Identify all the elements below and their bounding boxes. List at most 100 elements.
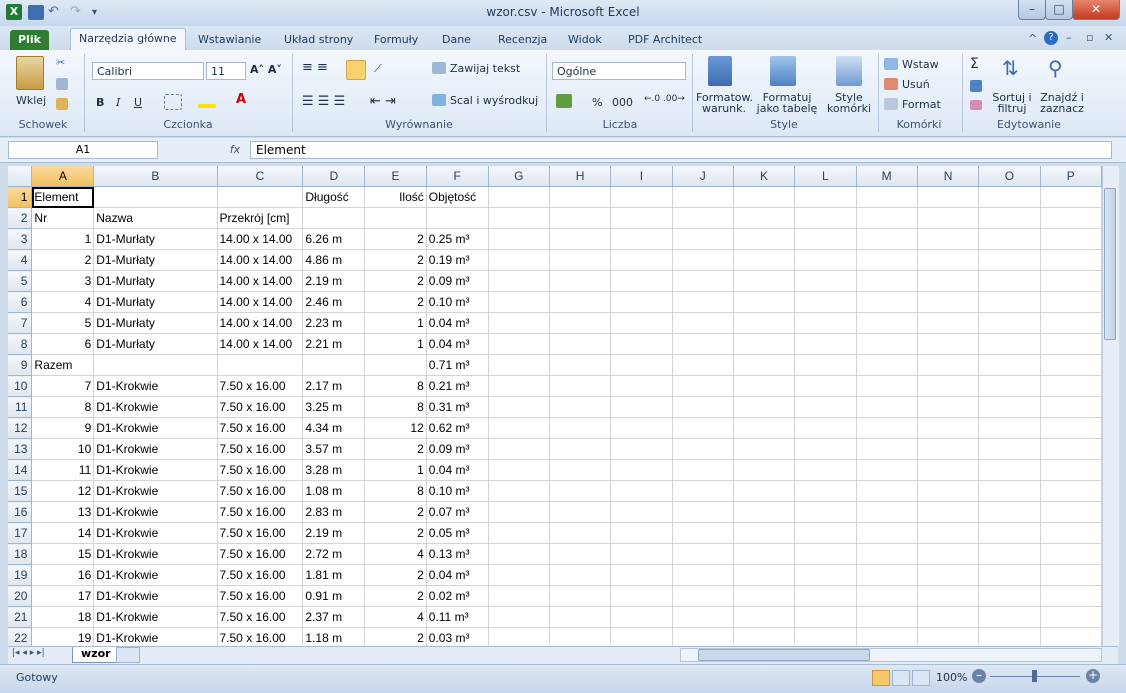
cell[interactable]: 11	[31, 459, 95, 481]
cell[interactable]	[978, 522, 1041, 544]
cell[interactable]: 0.11 m³	[426, 606, 489, 628]
cell[interactable]	[856, 627, 918, 646]
cell[interactable]	[733, 585, 796, 607]
cell[interactable]	[794, 291, 857, 313]
cell[interactable]	[672, 564, 734, 586]
sheet-tab-wzor[interactable]: wzor	[72, 647, 120, 663]
cell[interactable]	[794, 585, 857, 607]
cell[interactable]	[549, 228, 612, 250]
cell[interactable]: Objętość	[426, 186, 489, 208]
cell[interactable]: 14.00 x 14.00	[217, 270, 304, 292]
tab-page-layout[interactable]: Układ strony	[276, 30, 361, 50]
format-cells-button[interactable]: Format	[902, 98, 941, 111]
cell[interactable]	[917, 396, 980, 418]
cell[interactable]	[856, 459, 918, 481]
cell[interactable]	[794, 501, 857, 523]
cell[interactable]: D1-Krokwie	[93, 501, 218, 523]
cell[interactable]	[917, 249, 980, 271]
cell[interactable]	[978, 312, 1041, 334]
cell[interactable]	[488, 606, 550, 628]
cell[interactable]	[978, 354, 1041, 376]
help-icon[interactable]: ?	[1044, 31, 1058, 45]
normal-view-icon[interactable]	[872, 670, 890, 686]
cell[interactable]	[488, 564, 550, 586]
cell[interactable]	[302, 354, 366, 376]
cell[interactable]	[672, 459, 734, 481]
cell[interactable]	[733, 312, 796, 334]
cell[interactable]	[1040, 207, 1102, 229]
cell[interactable]	[488, 501, 550, 523]
cell[interactable]	[917, 291, 980, 313]
cell[interactable]: 7.50 x 16.00	[217, 522, 304, 544]
cell[interactable]	[549, 543, 612, 565]
cell[interactable]	[856, 270, 918, 292]
cell[interactable]: 9	[31, 417, 95, 439]
tab-file[interactable]: Plik	[10, 30, 49, 50]
cell[interactable]	[488, 375, 550, 397]
cell[interactable]: 4.34 m	[302, 417, 366, 439]
cell[interactable]	[978, 228, 1041, 250]
cell[interactable]	[549, 396, 612, 418]
cell[interactable]	[549, 606, 612, 628]
grow-font-icon[interactable]: A˄ A˅	[250, 63, 282, 76]
cell[interactable]	[488, 249, 550, 271]
cell[interactable]	[364, 354, 427, 376]
cell[interactable]	[1040, 501, 1102, 523]
cell[interactable]	[978, 333, 1041, 355]
cell[interactable]	[549, 186, 612, 208]
cell[interactable]	[426, 207, 489, 229]
cell[interactable]	[610, 312, 673, 334]
insert-function-icon[interactable]: fx	[222, 141, 248, 159]
cell[interactable]	[610, 186, 673, 208]
cell[interactable]: 2.19 m	[302, 270, 366, 292]
cell[interactable]	[978, 186, 1041, 208]
cell[interactable]: 1	[364, 459, 427, 481]
cell[interactable]	[1040, 270, 1102, 292]
cell[interactable]	[1040, 585, 1102, 607]
font-name-combo[interactable]: Calibri	[92, 62, 204, 80]
cell[interactable]	[610, 207, 673, 229]
cell[interactable]	[1040, 354, 1102, 376]
cell[interactable]	[1040, 375, 1102, 397]
cell[interactable]: 2.72 m	[302, 543, 366, 565]
cell[interactable]: 19	[31, 627, 95, 646]
cell[interactable]: 7.50 x 16.00	[217, 438, 304, 460]
cell[interactable]: 2	[364, 627, 427, 646]
cell[interactable]	[733, 333, 796, 355]
cell[interactable]	[488, 270, 550, 292]
cell[interactable]: Ilość	[364, 186, 427, 208]
cell[interactable]: 2	[364, 270, 427, 292]
cell[interactable]: Razem	[31, 354, 95, 376]
cell[interactable]	[672, 228, 734, 250]
cell[interactable]	[488, 228, 550, 250]
cell[interactable]: 15	[31, 543, 95, 565]
row-header[interactable]: 9	[8, 354, 33, 376]
ribbon-minimize-icon[interactable]: ^	[1028, 32, 1040, 45]
cell[interactable]: 0.13 m³	[426, 543, 489, 565]
cell[interactable]	[733, 480, 796, 502]
cell[interactable]	[978, 249, 1041, 271]
find-select-button[interactable]: Znajdź i zaznacz	[1036, 92, 1088, 114]
cell[interactable]	[1040, 459, 1102, 481]
cell[interactable]	[733, 228, 796, 250]
cell[interactable]: 10	[31, 438, 95, 460]
cell[interactable]	[917, 354, 980, 376]
cell[interactable]	[917, 207, 980, 229]
cell[interactable]: 16	[31, 564, 95, 586]
cell[interactable]	[856, 417, 918, 439]
cell[interactable]: 17	[31, 585, 95, 607]
cell[interactable]: 5	[31, 312, 95, 334]
cell[interactable]	[917, 438, 980, 460]
cell[interactable]	[488, 354, 550, 376]
merge-center-button[interactable]: Scal i wyśrodkuj	[450, 94, 538, 107]
cell[interactable]: 0.04 m³	[426, 312, 489, 334]
cell[interactable]	[733, 438, 796, 460]
cell[interactable]	[1040, 606, 1102, 628]
cell[interactable]: D1-Murłaty	[93, 333, 218, 355]
cell[interactable]: 2	[364, 522, 427, 544]
cell[interactable]	[610, 249, 673, 271]
cell[interactable]	[488, 186, 550, 208]
cell[interactable]: 3.57 m	[302, 438, 366, 460]
cell[interactable]	[93, 354, 218, 376]
cell[interactable]	[672, 396, 734, 418]
